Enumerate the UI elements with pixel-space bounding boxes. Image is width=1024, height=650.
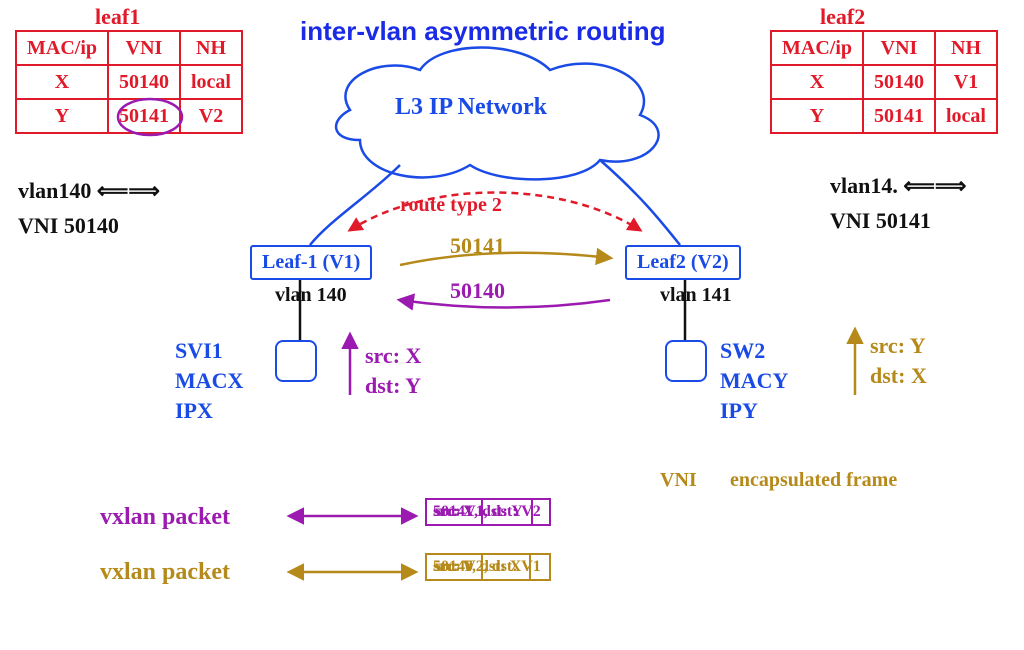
host-right-l1: SW2 (720, 340, 765, 362)
packet1-label: vxlan packet (100, 505, 230, 529)
vlan-map-right: vlan14. ⟸⟹ (830, 175, 966, 197)
vlan-under-leaf1: vlan 140 (275, 285, 347, 305)
link-cloud-leaf1 (310, 165, 400, 245)
host-left-l1: SVI1 (175, 340, 223, 362)
table-row: Y 50141 local (771, 99, 997, 133)
table-leaf1-header-1: VNI (108, 31, 180, 65)
table-row: X 50140 V1 (771, 65, 997, 99)
host-right-l2: MACY (720, 370, 788, 392)
flow-right-src: src: Y (870, 335, 926, 357)
packet-header-vni: VNI (660, 470, 697, 490)
packet2-label: vxlan packet (100, 560, 230, 584)
packet-header-encap: encapsulated frame (730, 470, 897, 490)
host-left-l3: IPX (175, 400, 213, 422)
table-leaf2-header-1: VNI (863, 31, 935, 65)
table-leaf1-header-0: MAC/ip (16, 31, 108, 65)
flow-right-dst: dst: X (870, 365, 927, 387)
diagram-title: inter-vlan asymmetric routing (300, 18, 666, 44)
table-leaf2: MAC/ip VNI NH X 50140 V1 Y 50141 local (770, 30, 998, 134)
flow-left-dst: dst: Y (365, 375, 421, 397)
route-type-label: route type 2 (400, 195, 502, 215)
vni-map-right: VNI 50141 (830, 210, 931, 232)
vlan-under-leaf2: vlan 141 (660, 285, 732, 305)
table-leaf2-header-2: NH (935, 31, 997, 65)
table-leaf2-header-0: MAC/ip (771, 31, 863, 65)
host-right-icon (665, 340, 707, 382)
leaf2-box: Leaf2 (V2) (625, 245, 741, 280)
cloud-label: L3 IP Network (395, 95, 547, 119)
tunnel-vni-down: 50140 (450, 280, 505, 302)
packet1-inner: src: X, dst: Y (425, 498, 533, 526)
packet2-inner: src: Y, dst: X (425, 553, 531, 581)
table-leaf1-header-2: NH (180, 31, 242, 65)
table-leaf2-label: leaf2 (820, 6, 865, 28)
vni-map-left: VNI 50140 (18, 215, 119, 237)
flow-left-src: src: X (365, 345, 421, 367)
tunnel-vni-up: 50141 (450, 235, 505, 257)
table-leaf1: MAC/ip VNI NH X 50140 local Y 50141 V2 (15, 30, 243, 134)
leaf1-box: Leaf-1 (V1) (250, 245, 372, 280)
vlan-map-left: vlan140 ⟸⟹ (18, 180, 160, 202)
link-cloud-leaf2 (600, 160, 680, 245)
host-left-l2: MACX (175, 370, 243, 392)
table-row: X 50140 local (16, 65, 242, 99)
tunnel-arrow-down (400, 300, 610, 308)
table-leaf1-label: leaf1 (95, 6, 140, 28)
table-row: Y 50141 V2 (16, 99, 242, 133)
host-right-l3: IPY (720, 400, 758, 422)
tunnel-arrow-up (400, 253, 610, 265)
host-left-icon (275, 340, 317, 382)
